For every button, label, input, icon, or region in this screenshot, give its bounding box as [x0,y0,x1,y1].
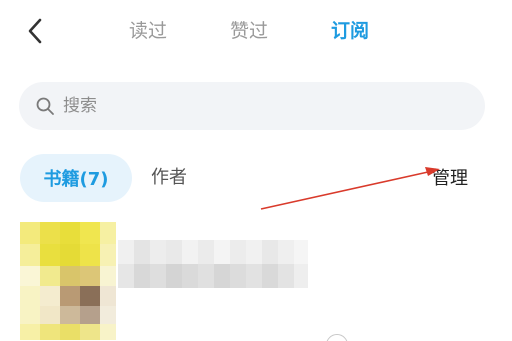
search-icon [36,97,54,115]
tab-subscribed[interactable]: 订阅 [331,16,369,46]
subscription-tabs: 读过 赞过 订阅 [0,16,512,46]
book-list-item[interactable] [0,218,512,341]
manage-button[interactable]: 管理 [432,164,468,194]
book-title-blurred [118,240,308,288]
filter-books-chip[interactable]: 书籍(7) [20,154,132,202]
filter-authors[interactable]: 作者 [151,154,187,202]
tab-read[interactable]: 读过 [129,16,167,46]
search-input[interactable] [63,96,443,116]
book-cover-image [20,222,116,340]
search-bar[interactable] [19,82,485,130]
tab-liked[interactable]: 赞过 [230,16,268,46]
